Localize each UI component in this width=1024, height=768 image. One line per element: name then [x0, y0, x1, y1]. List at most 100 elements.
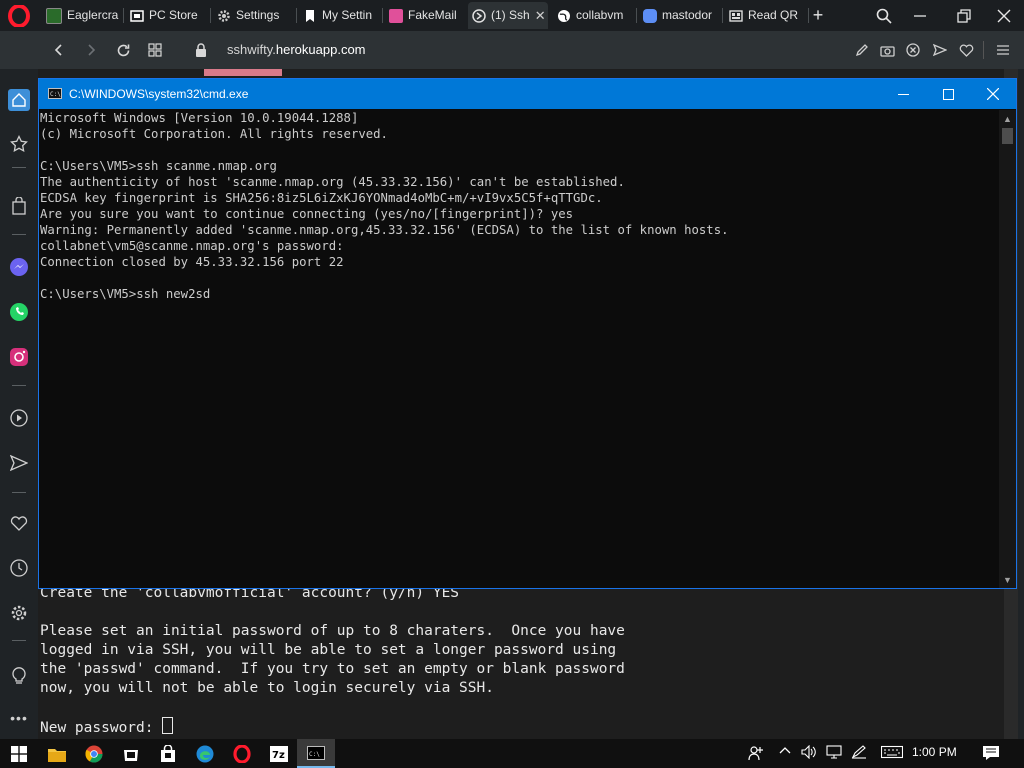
- store-icon: [124, 750, 138, 761]
- tab-settings[interactable]: Settings: [213, 2, 293, 29]
- store-icon: [130, 9, 144, 22]
- tab-label: My Settin: [322, 8, 373, 22]
- forward-button[interactable]: [79, 38, 103, 62]
- tab-collabvm[interactable]: collabvm: [553, 2, 633, 29]
- cmd-window[interactable]: C:\ C:\WINDOWS\system32\cmd.exe Microsof…: [38, 78, 1017, 589]
- console-line: C:\Users\VM5>ssh scanme.nmap.org: [40, 159, 277, 173]
- forward-icon: [88, 44, 96, 56]
- messenger-button[interactable]: [8, 256, 30, 278]
- taskbar-7zip[interactable]: 7z: [267, 742, 291, 766]
- system-clock[interactable]: 1:00 PM: [912, 745, 957, 759]
- keyboard-icon[interactable]: [880, 745, 904, 762]
- taskbar-file-explorer[interactable]: [45, 742, 69, 766]
- tab-label: Read QR: [748, 8, 799, 22]
- url-subdomain: sshwifty.: [227, 42, 276, 57]
- taskbar-cmd-active[interactable]: C:\: [297, 739, 335, 768]
- reload-button[interactable]: [111, 38, 135, 62]
- home-icon: [12, 93, 26, 107]
- history-button[interactable]: [8, 557, 30, 579]
- close-tab-icon[interactable]: ✕: [535, 2, 546, 29]
- console-line: Warning: Permanently added 'scanme.nmap.…: [40, 223, 729, 237]
- cmd-console-output[interactable]: Microsoft Windows [Version 10.0.19044.12…: [40, 110, 729, 302]
- taskbar-store[interactable]: [119, 742, 143, 766]
- tab-pc-store[interactable]: PC Store: [126, 2, 208, 29]
- volume-icon[interactable]: [801, 744, 817, 762]
- ssh-icon: [472, 8, 486, 23]
- restore-browser-button[interactable]: [946, 0, 982, 31]
- back-button[interactable]: [47, 38, 71, 62]
- edge-icon: [196, 745, 214, 763]
- heart-icon: [959, 44, 973, 57]
- notifications-icon[interactable]: [982, 745, 1000, 764]
- edit-button[interactable]: [850, 38, 874, 62]
- console-line: C:\Users\VM5>ssh new2sd: [40, 287, 211, 301]
- close-browser-button[interactable]: [986, 0, 1022, 31]
- player-button[interactable]: [8, 407, 30, 429]
- tab-eaglercraft[interactable]: Eaglercra: [42, 2, 120, 29]
- url-field[interactable]: sshwifty.herokuapp.com: [227, 42, 366, 57]
- tab-fakemail[interactable]: FakeMail: [385, 2, 465, 29]
- terminal-cursor[interactable]: [162, 717, 174, 734]
- cmd-title-bar[interactable]: C:\ C:\WINDOWS\system32\cmd.exe: [39, 79, 1016, 109]
- windows-taskbar: 7z C:\ 1:00 PM: [0, 739, 1024, 768]
- instagram-button[interactable]: [8, 346, 30, 368]
- chevron-up-icon[interactable]: [779, 745, 791, 760]
- console-line: Connection closed by 45.33.32.156 port 2…: [40, 255, 344, 269]
- cmd-scrollbar[interactable]: ▲ ▼: [999, 110, 1016, 588]
- send-button[interactable]: [928, 38, 952, 62]
- terminal-line: the 'passwd' command. If you try to set …: [40, 661, 625, 677]
- cmd-window-title: C:\WINDOWS\system32\cmd.exe: [69, 87, 249, 101]
- minimize-browser-button[interactable]: [902, 0, 938, 31]
- people-icon[interactable]: [748, 745, 764, 764]
- scroll-down-icon[interactable]: ▼: [999, 573, 1016, 587]
- grid-icon: [148, 43, 162, 57]
- ssh-terminal-output[interactable]: Create the 'collabvmofficial' account? (…: [40, 584, 625, 738]
- browser-tab-strip: Eaglercra PC Store Settings My Settin Fa…: [0, 0, 1024, 31]
- close-icon: [987, 88, 999, 100]
- lock-icon[interactable]: [195, 43, 207, 57]
- pinboards-button[interactable]: [8, 512, 30, 534]
- whatsapp-button[interactable]: [8, 301, 30, 323]
- settings-button[interactable]: [8, 602, 30, 624]
- start-button[interactable]: [7, 742, 31, 766]
- tab-label: Eaglercra: [67, 8, 119, 22]
- console-line: collabnet\vm5@scanme.nmap.org's password…: [40, 239, 344, 253]
- my-flow-button[interactable]: [8, 452, 30, 474]
- easy-setup-button[interactable]: [991, 38, 1015, 62]
- taskbar-opera[interactable]: [230, 742, 254, 766]
- network-icon[interactable]: [826, 745, 842, 762]
- svg-text:C:\: C:\: [309, 751, 320, 758]
- back-icon: [54, 44, 62, 56]
- new-tab-button[interactable]: +: [800, 0, 836, 31]
- cmd-close-button[interactable]: [970, 79, 1016, 109]
- scroll-up-icon[interactable]: ▲: [999, 112, 1016, 126]
- cmd-minimize-button[interactable]: [880, 79, 926, 109]
- tab-search-button[interactable]: [866, 0, 902, 31]
- pen-icon[interactable]: [851, 745, 867, 762]
- bookmark-button[interactable]: [954, 38, 978, 62]
- taskbar-chrome[interactable]: [82, 742, 106, 766]
- console-line: (c) Microsoft Corporation. All rights re…: [40, 127, 388, 141]
- tab-ssh-active[interactable]: (1) Ssh ✕: [468, 2, 548, 29]
- ad-block-button[interactable]: [901, 38, 925, 62]
- tab-overview-button[interactable]: [143, 38, 167, 62]
- scroll-thumb[interactable]: [1002, 128, 1013, 144]
- snapshot-button[interactable]: [875, 38, 899, 62]
- tips-button[interactable]: [8, 664, 30, 686]
- taskbar-shopping[interactable]: [156, 742, 180, 766]
- heart-icon: [10, 516, 28, 531]
- shopping-button[interactable]: [8, 195, 30, 217]
- more-options-icon[interactable]: •••: [8, 707, 30, 729]
- opera-menu-icon[interactable]: [8, 5, 30, 27]
- maximize-icon: [942, 88, 954, 100]
- home-button[interactable]: [8, 89, 30, 111]
- terminal-line: now, you will not be able to login secur…: [40, 680, 494, 696]
- cmd-maximize-button[interactable]: [925, 79, 971, 109]
- taskbar-edge[interactable]: [193, 742, 217, 766]
- 7zip-icon: 7z: [270, 746, 288, 762]
- tab-read-qr[interactable]: Read QR: [725, 2, 805, 29]
- terminal-line: Please set an initial password of up to …: [40, 623, 625, 639]
- bookmarks-button[interactable]: [8, 133, 30, 155]
- tab-mastodon[interactable]: mastodor: [639, 2, 719, 29]
- tab-my-settings[interactable]: My Settin: [299, 2, 379, 29]
